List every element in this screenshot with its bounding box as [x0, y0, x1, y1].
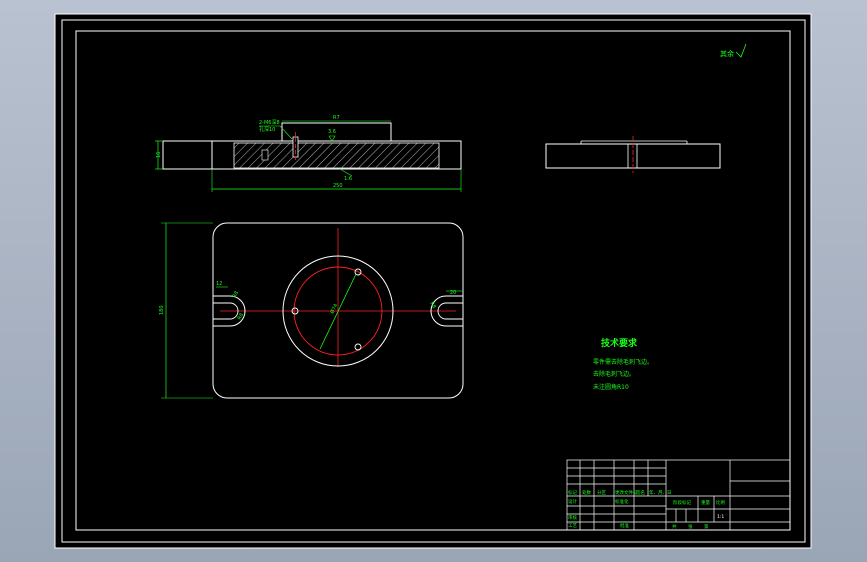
tb-zone: 分区 [597, 489, 606, 496]
overall-length-label: 250 [333, 183, 343, 189]
section-groove [261, 149, 269, 161]
tech-line-1: 零件需去除毛刺飞边。 [593, 358, 653, 366]
tb-process: 工艺 [568, 523, 577, 529]
tech-line-2: 去除毛刺飞边。 [593, 370, 635, 378]
taper-label: 1:6 [344, 176, 352, 182]
tech-line-3: 未注圆角R10 [593, 383, 629, 391]
tb-sheet-no: 第 [704, 523, 709, 530]
tb-designer: 设计 [568, 498, 577, 505]
slot-right-width-label: 20 [450, 290, 456, 296]
tb-count: 处数 [582, 489, 591, 496]
tb-scale-value: 1:1 [717, 514, 724, 520]
tb-approve: 批准 [620, 522, 629, 529]
boss-width-label: R7 [333, 115, 340, 121]
tb-stage-mark: 阶段标记 [673, 499, 691, 506]
section-height-label: 16 [156, 152, 162, 158]
tech-title: 技术要求 [601, 337, 638, 349]
surface-roughness-label: 3.6 [328, 129, 336, 135]
tb-mark: 标记 [568, 489, 577, 496]
hole-note-line1: 2-M6深8 [259, 119, 280, 126]
tb-sheet-of: 张 [688, 523, 693, 530]
hole-note-line2: 孔深10 [259, 126, 275, 133]
tb-date: 年、月、日 [649, 489, 672, 496]
plate-height-label: 180 [159, 305, 165, 315]
tb-review: 审核 [568, 514, 577, 521]
roughness-label: 其余 [720, 49, 734, 58]
tb-sign: 签名 [636, 489, 645, 496]
drawing-canvas [54, 13, 812, 549]
tb-standardize: 标准化 [615, 498, 629, 505]
tb-change-doc: 更改文件号 [615, 489, 638, 496]
tb-scale: 比例 [716, 499, 725, 506]
cad-viewport[interactable]: 其余 16 R7 3.6 2-M6深8 孔深10 250 1:6 Ø74 12 … [0, 0, 867, 562]
tb-sheets: 共 [672, 523, 677, 530]
slot-left-width-label: 12 [216, 281, 222, 287]
tb-weight: 重量 [701, 499, 710, 506]
